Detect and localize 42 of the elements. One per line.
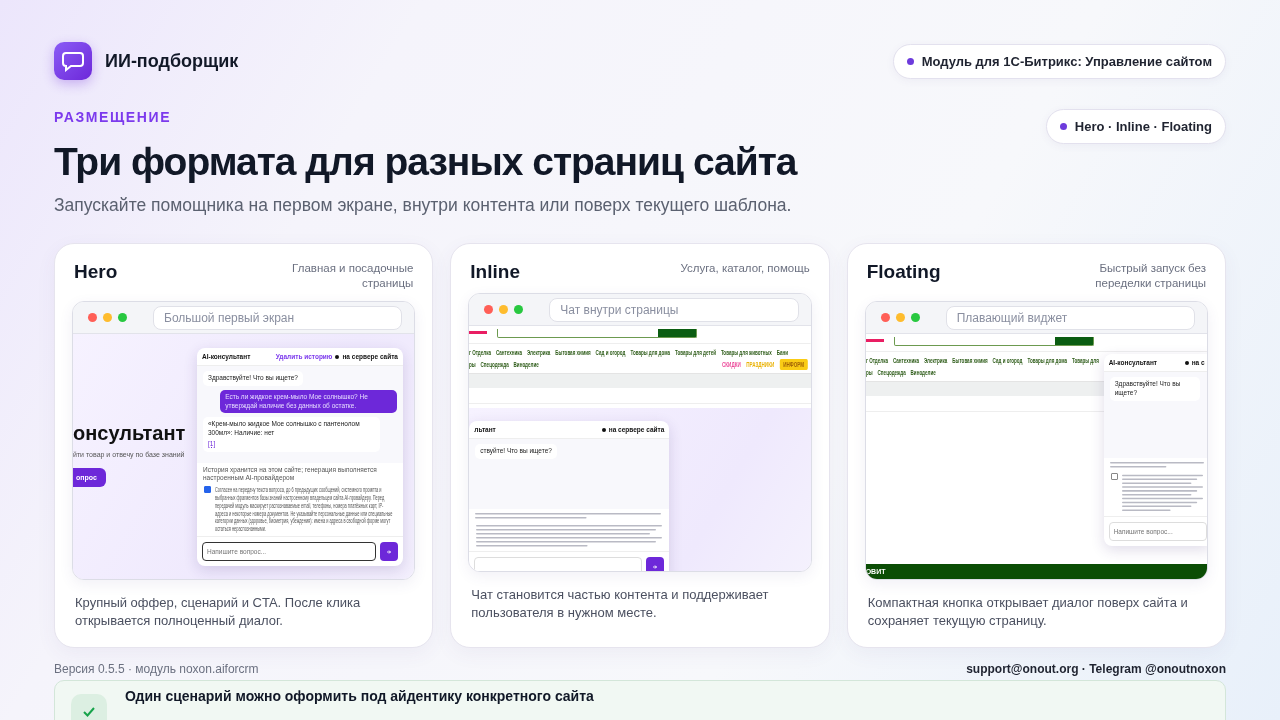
card-description: Компактная кнопка открывает диалог поверх сайта и сохраняет текущую страницу.	[866, 594, 1189, 630]
card-description: Крупный оффер, сценарий и CTA. После клика открывается полноценный диалог.	[74, 594, 362, 630]
window-dot-icon	[484, 305, 494, 314]
window-dot-icon	[910, 313, 920, 322]
card-note: Быстрый запуск без переделки страницы	[1094, 261, 1206, 291]
send-button[interactable]	[380, 542, 398, 561]
site-logo-icon	[469, 331, 488, 334]
send-icon	[386, 548, 392, 555]
chat-logo-icon	[54, 42, 92, 80]
window-dot-icon	[103, 313, 112, 322]
status-dot-icon	[335, 354, 340, 359]
window-dot-icon	[118, 313, 127, 322]
window-dot-icon	[88, 313, 97, 322]
banner-text: Один сценарий можно оформить под айдентику конкретного сайта	[125, 688, 594, 704]
card-title: Inline	[470, 261, 520, 283]
card-description: Чат становится частью контента и поддерживает пользователя в нужном месте.	[470, 586, 770, 622]
version-text: Версия 0.5.5 · модуль noxon.aiforcrm	[54, 662, 259, 676]
send-icon	[652, 563, 659, 570]
consent-checkbox[interactable]	[204, 486, 211, 494]
page-subtitle: Запускайте помощника на первом экране, внутри контента или поверх текущего шаблона.	[54, 195, 793, 216]
consent-checkbox[interactable]	[1110, 473, 1118, 480]
send-button[interactable]	[646, 557, 665, 571]
site-search-field[interactable]	[497, 329, 698, 338]
site-logo-icon	[865, 339, 884, 342]
card-note: Услуга, каталог, помощь	[680, 261, 810, 276]
site-search-field[interactable]	[893, 337, 1094, 346]
section-eyebrow: РАЗМЕЩЕНИЕ	[54, 109, 173, 125]
status-dot-icon	[601, 427, 606, 432]
info-pill: Hero · Inline · Floating	[1045, 109, 1226, 144]
page-title: Три формата для разных страниц сайта	[54, 139, 797, 185]
contacts-text: support@onout.org · Telegram @onoutnoxon	[966, 662, 1226, 676]
window-dot-icon	[514, 305, 524, 314]
info-pill: Модуль для 1С-Битрикс: Управление сайтом	[892, 44, 1226, 79]
card-title: Hero	[74, 261, 118, 283]
window-dot-icon	[499, 305, 509, 314]
card-title: Floating	[866, 261, 941, 283]
card-note: Главная и посадочные страницы	[291, 261, 414, 291]
status-dot-icon	[1184, 360, 1189, 365]
window-dot-icon	[895, 313, 905, 322]
window-dot-icon	[880, 313, 890, 322]
brand-name: ИИ-подборщик	[105, 50, 239, 72]
hero-title: онсультант	[73, 422, 186, 445]
